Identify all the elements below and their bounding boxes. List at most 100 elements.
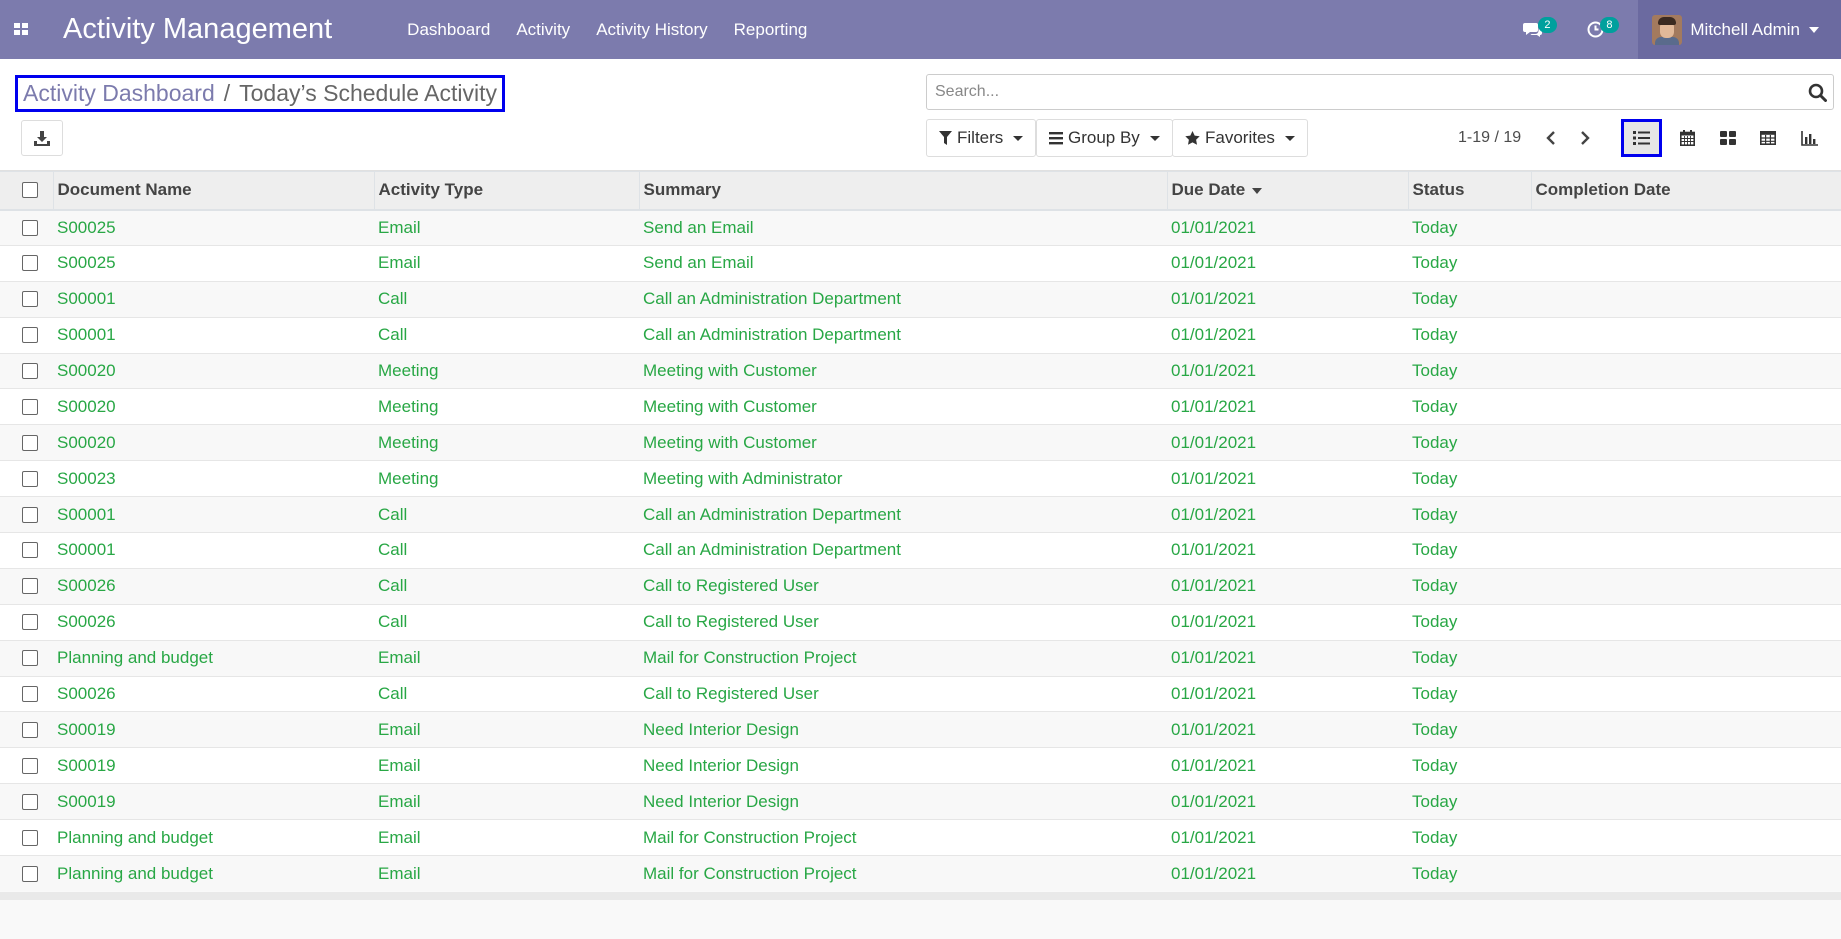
row-checkbox[interactable] xyxy=(22,327,38,344)
cell-activity-type[interactable]: Email xyxy=(374,783,639,820)
cell-due-date[interactable]: 01/01/2021 xyxy=(1167,567,1408,605)
cell-status[interactable]: Today xyxy=(1408,460,1531,497)
table-row[interactable]: S00026 Call Call to Registered User 01/01/2… xyxy=(0,567,1841,605)
cell-summary[interactable]: Call an Administration Department xyxy=(639,496,1167,533)
column-header-document-name[interactable]: Document Name xyxy=(53,171,375,211)
cell-activity-type[interactable]: Meeting xyxy=(374,352,639,389)
cell-due-date[interactable]: 01/01/2021 xyxy=(1167,855,1408,892)
row-checkbox[interactable] xyxy=(22,829,38,846)
cell-status[interactable]: Today xyxy=(1408,639,1531,677)
cell-activity-type[interactable]: Email xyxy=(374,855,639,892)
row-checkbox[interactable] xyxy=(22,578,38,595)
cell-activity-type[interactable]: Meeting xyxy=(374,460,639,497)
cell-activity-type[interactable]: Call xyxy=(374,675,639,712)
cell-document-name[interactable]: S00026 xyxy=(53,675,374,712)
menu-item-reporting[interactable]: Reporting xyxy=(721,0,821,59)
cell-document-name[interactable]: S00001 xyxy=(53,280,374,318)
select-all-checkbox[interactable] xyxy=(22,182,38,199)
activity-menu[interactable]: 8 xyxy=(1564,0,1626,59)
cell-due-date[interactable]: 01/01/2021 xyxy=(1167,424,1408,461)
table-row[interactable]: S00025 Email Send an Email 01/01/2021 Today xyxy=(0,209,1841,246)
cell-completion-date[interactable] xyxy=(1531,711,1841,748)
pivot-view-button[interactable] xyxy=(1747,119,1788,157)
cell-completion-date[interactable] xyxy=(1531,496,1841,533)
cell-status[interactable]: Today xyxy=(1408,424,1531,461)
cell-due-date[interactable]: 01/01/2021 xyxy=(1167,352,1408,389)
cell-due-date[interactable]: 01/01/2021 xyxy=(1167,316,1408,354)
cell-document-name[interactable]: S00025 xyxy=(53,209,374,246)
cell-document-name[interactable]: S00019 xyxy=(53,711,374,748)
cell-status[interactable]: Today xyxy=(1408,567,1531,605)
row-checkbox[interactable] xyxy=(22,434,38,451)
cell-document-name[interactable]: S00019 xyxy=(53,783,374,820)
table-row[interactable]: S00023 Meeting Meeting with Administrator 0… xyxy=(0,460,1841,497)
cell-status[interactable]: Today xyxy=(1408,352,1531,389)
cell-activity-type[interactable]: Email xyxy=(374,711,639,748)
cell-completion-date[interactable] xyxy=(1531,316,1841,354)
table-row[interactable]: Planning and budget Email Mail for Constru… xyxy=(0,639,1841,677)
row-checkbox[interactable] xyxy=(22,506,38,523)
kanban-view-button[interactable] xyxy=(1707,119,1748,157)
app-title[interactable]: Activity Management xyxy=(63,13,332,46)
cell-document-name[interactable]: S00001 xyxy=(53,316,374,354)
cell-due-date[interactable]: 01/01/2021 xyxy=(1167,209,1408,246)
calendar-view-button[interactable] xyxy=(1667,119,1708,157)
cell-summary[interactable]: Meeting with Customer xyxy=(639,424,1167,461)
table-row[interactable]: S00019 Email Need Interior Design 01/01/202… xyxy=(0,747,1841,784)
cell-summary[interactable]: Call an Administration Department xyxy=(639,316,1167,354)
table-row[interactable]: S00001 Call Call an Administration Departm… xyxy=(0,316,1841,354)
cell-status[interactable]: Today xyxy=(1408,388,1531,425)
cell-document-name[interactable]: S00020 xyxy=(53,352,374,389)
cell-activity-type[interactable]: Call xyxy=(374,496,639,533)
cell-summary[interactable]: Mail for Construction Project xyxy=(639,819,1167,856)
cell-summary[interactable]: Meeting with Customer xyxy=(639,388,1167,425)
pager-next-button[interactable] xyxy=(1568,119,1602,157)
table-row[interactable]: S00019 Email Need Interior Design 01/01/202… xyxy=(0,783,1841,820)
table-row[interactable]: S00001 Call Call an Administration Departm… xyxy=(0,496,1841,533)
cell-summary[interactable]: Mail for Construction Project xyxy=(639,639,1167,677)
cell-document-name[interactable]: S00026 xyxy=(53,567,374,605)
cell-summary[interactable]: Meeting with Administrator xyxy=(639,460,1167,497)
cell-completion-date[interactable] xyxy=(1531,639,1841,677)
row-checkbox[interactable] xyxy=(22,865,38,882)
cell-completion-date[interactable] xyxy=(1531,280,1841,318)
cell-status[interactable]: Today xyxy=(1408,532,1531,569)
cell-completion-date[interactable] xyxy=(1531,567,1841,605)
cell-status[interactable]: Today xyxy=(1408,675,1531,712)
cell-summary[interactable]: Need Interior Design xyxy=(639,711,1167,748)
table-row[interactable]: S00025 Email Send an Email 01/01/2021 Today xyxy=(0,244,1841,282)
cell-due-date[interactable]: 01/01/2021 xyxy=(1167,532,1408,569)
graph-view-button[interactable] xyxy=(1789,119,1830,157)
favorites-button[interactable]: Favorites xyxy=(1172,119,1308,157)
cell-due-date[interactable]: 01/01/2021 xyxy=(1167,460,1408,497)
menu-item-activity[interactable]: Activity xyxy=(503,0,583,59)
cell-summary[interactable]: Need Interior Design xyxy=(639,747,1167,784)
cell-summary[interactable]: Send an Email xyxy=(639,209,1167,246)
cell-activity-type[interactable]: Email xyxy=(374,244,639,282)
table-row[interactable]: S00026 Call Call to Registered User 01/01/2… xyxy=(0,675,1841,712)
row-checkbox[interactable] xyxy=(22,542,38,559)
cell-completion-date[interactable] xyxy=(1531,783,1841,820)
cell-activity-type[interactable]: Call xyxy=(374,280,639,318)
cell-document-name[interactable]: Planning and budget xyxy=(53,639,374,677)
cell-activity-type[interactable]: Call xyxy=(374,532,639,569)
column-header-activity-type[interactable]: Activity Type xyxy=(374,171,640,211)
cell-completion-date[interactable] xyxy=(1531,460,1841,497)
cell-completion-date[interactable] xyxy=(1531,747,1841,784)
cell-due-date[interactable]: 01/01/2021 xyxy=(1167,603,1408,641)
row-checkbox[interactable] xyxy=(22,721,38,738)
cell-activity-type[interactable]: Email xyxy=(374,639,639,677)
row-checkbox[interactable] xyxy=(22,363,38,379)
pager-previous-button[interactable] xyxy=(1534,119,1568,157)
cell-summary[interactable]: Call to Registered User xyxy=(639,567,1167,605)
cell-document-name[interactable]: S00020 xyxy=(53,424,374,461)
cell-status[interactable]: Today xyxy=(1408,496,1531,533)
cell-completion-date[interactable] xyxy=(1531,424,1841,461)
cell-completion-date[interactable] xyxy=(1531,675,1841,712)
cell-due-date[interactable]: 01/01/2021 xyxy=(1167,244,1408,282)
cell-due-date[interactable]: 01/01/2021 xyxy=(1167,280,1408,318)
cell-document-name[interactable]: S00023 xyxy=(53,460,374,497)
cell-due-date[interactable]: 01/01/2021 xyxy=(1167,711,1408,748)
menu-item-activity-history[interactable]: Activity History xyxy=(583,0,720,59)
row-checkbox[interactable] xyxy=(22,757,38,774)
